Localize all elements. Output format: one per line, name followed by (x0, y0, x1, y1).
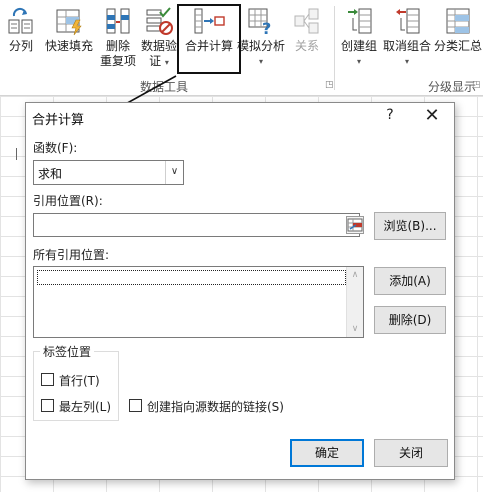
remove-duplicates-button[interactable]: 删除 重复项 (96, 6, 140, 69)
text-to-columns-label: 分列 (8, 39, 33, 53)
chevron-down-icon: ▾ (404, 57, 409, 66)
outline-dialog-launcher-icon[interactable]: ◳ (472, 80, 481, 90)
close-icon[interactable]: ✕ (420, 105, 444, 127)
remove-duplicates-label-line1: 删除 (105, 39, 130, 53)
dialog-title: 合并计算 (32, 113, 85, 128)
link-source-label: 创建指向源数据的链接(S) (147, 400, 284, 414)
flash-fill-icon (56, 9, 82, 36)
close-button[interactable]: 关闭 (374, 439, 448, 467)
ribbon: 分列 快速填充 删除 重复项 数据验 证 ▾ 合并计算 ? 模拟分析 ▾ 关系 … (0, 0, 483, 96)
chevron-down-icon: ▾ (258, 57, 263, 66)
remove-duplicates-label-line2: 重复项 (99, 54, 136, 68)
group-label: 创建组 (340, 39, 377, 53)
text-to-columns-icon (8, 7, 33, 34)
consolidate-highlight-frame (177, 4, 241, 74)
what-if-analysis-button[interactable]: ? 模拟分析 ▾ (236, 6, 286, 69)
group-label-data-tools: 数据工具 (140, 80, 189, 94)
what-if-analysis-label: 模拟分析 (236, 39, 285, 53)
browse-button[interactable]: 浏览(B)... (374, 212, 446, 240)
list-scrollbar[interactable]: ∧ ∨ (346, 267, 363, 337)
relationships-icon (294, 8, 319, 34)
data-validation-button[interactable]: 数据验 证 ▾ (140, 6, 178, 70)
relationships-button[interactable]: 关系 (290, 6, 324, 54)
svg-text:?: ? (262, 19, 271, 36)
top-row-label: 首行(T) (59, 374, 100, 388)
consolidate-dialog: 合并计算 ? ✕ 函数(F): 求和 ∨ 引用位置(R): 浏览(B)... 所… (25, 102, 455, 480)
subtotal-icon (446, 8, 470, 34)
group-icon (348, 8, 372, 34)
text-to-columns-button[interactable]: 分列 (4, 6, 38, 54)
all-references-list[interactable]: ∧ ∨ (33, 266, 364, 338)
function-select[interactable]: 求和 ∨ (33, 160, 184, 185)
chevron-down-icon: ▾ (356, 57, 361, 66)
data-validation-icon (146, 7, 173, 35)
remove-duplicates-icon (106, 8, 130, 34)
all-references-label: 所有引用位置: (33, 248, 110, 262)
what-if-analysis-icon: ? (248, 8, 271, 36)
label-location-title: 标签位置 (40, 343, 95, 360)
group-label-outline: 分级显示 (428, 80, 477, 94)
help-icon[interactable]: ? (382, 107, 398, 123)
link-source-checkbox[interactable] (129, 399, 142, 412)
cell-cursor (16, 148, 17, 160)
delete-button[interactable]: 删除(D) (374, 306, 446, 334)
function-label: 函数(F): (33, 141, 78, 155)
data-validation-label: 数据验 (140, 39, 177, 53)
ungroup-icon (396, 8, 420, 34)
ungroup-label: 取消组合 (382, 39, 431, 53)
reference-label: 引用位置(R): (33, 194, 103, 208)
left-column-checkbox[interactable] (41, 399, 54, 412)
reference-input[interactable] (33, 213, 364, 237)
scroll-up-icon[interactable]: ∧ (347, 267, 363, 283)
range-picker-button[interactable] (346, 216, 364, 234)
add-button[interactable]: 添加(A) (374, 267, 446, 295)
flash-fill-label: 快速填充 (44, 39, 93, 53)
collapse-dialog-icon (347, 218, 363, 232)
left-column-label: 最左列(L) (59, 400, 112, 414)
group-button[interactable]: 创建组 ▾ (338, 6, 380, 69)
subtotal-button[interactable]: 分类汇总 (434, 6, 482, 54)
chevron-down-icon: ▾ (164, 58, 169, 67)
relationships-label: 关系 (294, 39, 319, 53)
data-tools-dialog-launcher-icon[interactable]: ◳ (325, 80, 334, 90)
data-validation-label-line2: 证 ▾ (149, 54, 169, 68)
scroll-down-icon[interactable]: ∨ (347, 321, 363, 337)
ungroup-button[interactable]: 取消组合 ▾ (380, 6, 434, 69)
chevron-down-icon[interactable]: ∨ (165, 161, 183, 184)
subtotal-label: 分类汇总 (434, 39, 483, 53)
list-item[interactable] (37, 270, 346, 285)
function-select-value: 求和 (38, 167, 63, 181)
top-row-checkbox[interactable] (41, 373, 54, 386)
ok-button[interactable]: 确定 (290, 439, 364, 467)
ribbon-group-divider (334, 6, 335, 90)
flash-fill-button[interactable]: 快速填充 (42, 6, 96, 54)
